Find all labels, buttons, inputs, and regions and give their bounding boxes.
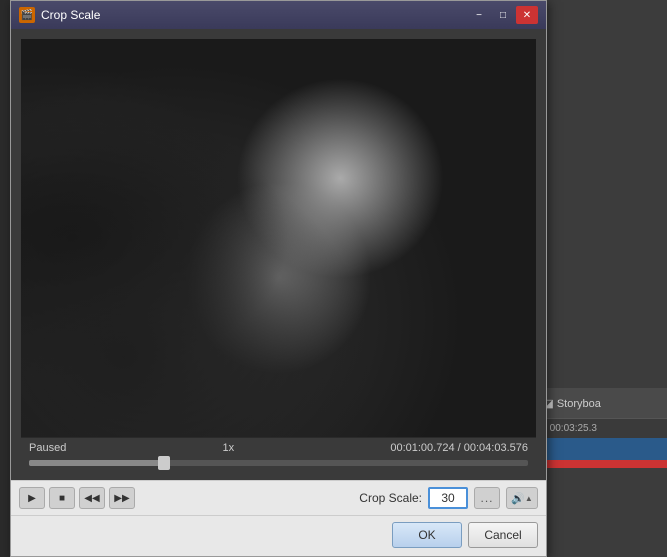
seekbar[interactable] [29,460,528,466]
crop-scale-area: Crop Scale: ... 🔊 ▲ [359,487,538,509]
timeline-red-bar [527,460,667,468]
titlebar-title: Crop Scale [41,8,100,22]
playback-speed: 1x [223,442,235,454]
crop-scale-dots-button[interactable]: ... [474,487,500,509]
seekbar-thumb[interactable] [158,456,170,470]
transport-row: ▶ ■ ◀◀ ▶▶ Crop Scale: ... 🔊 ▲ [11,480,546,515]
app-icon: 🎬 [19,7,35,23]
total-time: 00:04:03.576 [464,442,528,454]
current-time: 00:01:00.724 [390,442,454,454]
timeline-panel: 4.6 00:03:25.3 [527,418,667,438]
action-row: OK Cancel [11,515,546,556]
close-button[interactable]: ✕ [516,6,538,24]
cancel-button[interactable]: Cancel [468,522,538,548]
play-button[interactable]: ▶ [19,487,45,509]
video-frame [21,39,536,437]
time-display: 00:01:00.724 / 00:04:03.576 [390,442,528,454]
volume-icon: 🔊 [511,492,525,505]
crop-scale-input[interactable] [428,487,468,509]
crop-scale-label: Crop Scale: [359,491,422,505]
titlebar-controls: − □ ✕ [468,6,538,24]
status-bar: Paused 1x 00:01:00.724 / 00:04:03.576 [21,437,536,458]
timeline-blue-bar [527,438,667,460]
seekbar-container [21,458,536,470]
transport-buttons: ▶ ■ ◀◀ ▶▶ [19,487,135,509]
ok-button[interactable]: OK [392,522,462,548]
background-panel [527,0,667,557]
next-button[interactable]: ▶▶ [109,487,135,509]
maximize-button[interactable]: □ [492,6,514,24]
volume-button[interactable]: 🔊 ▲ [506,487,538,509]
prev-button[interactable]: ◀◀ [79,487,105,509]
volume-arrow: ▲ [525,494,533,503]
crop-scale-dialog: 🎬 Crop Scale − □ ✕ Paused 1x 00:01:00.72… [10,0,547,557]
minimize-button[interactable]: − [468,6,490,24]
titlebar-left: 🎬 Crop Scale [19,7,100,23]
stop-button[interactable]: ■ [49,487,75,509]
video-preview [21,39,536,437]
playback-status: Paused [29,442,66,454]
dialog-content: Paused 1x 00:01:00.724 / 00:04:03.576 [11,29,546,480]
seekbar-fill [29,460,164,466]
titlebar: 🎬 Crop Scale − □ ✕ [11,1,546,29]
storyboard-panel: ◪◪ Storyboa [527,388,667,418]
video-hair-overlay [21,39,536,437]
